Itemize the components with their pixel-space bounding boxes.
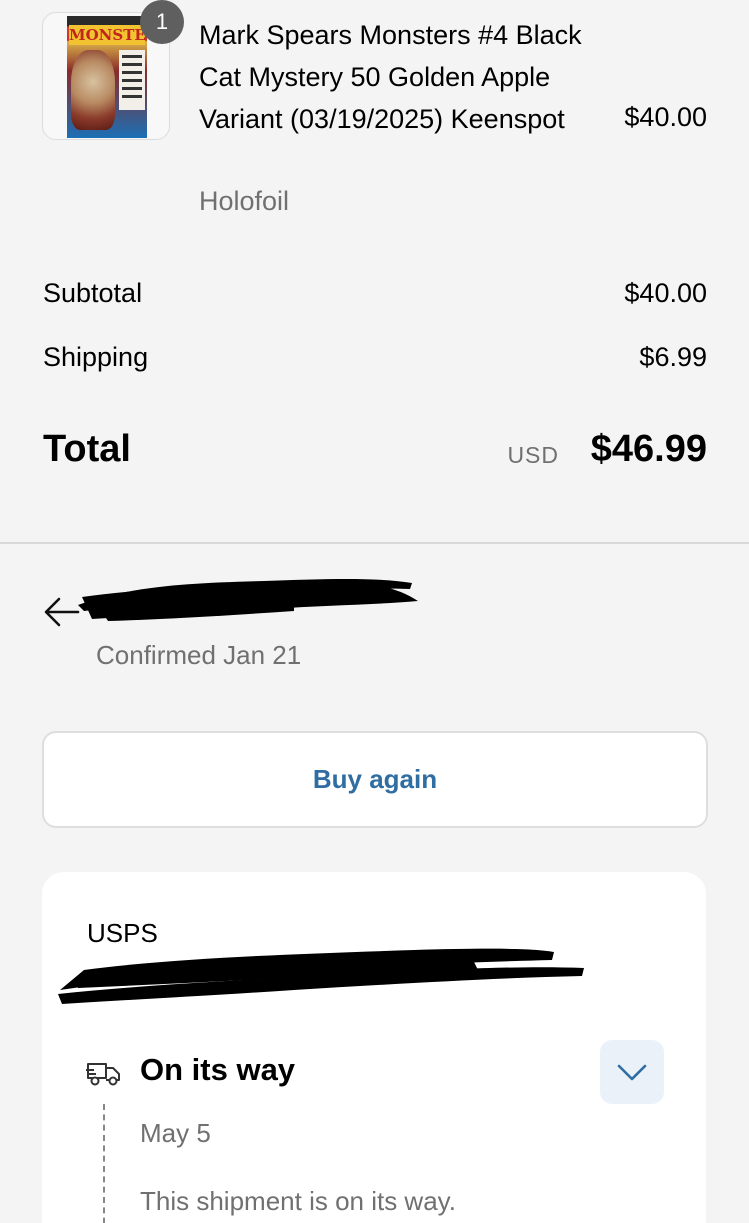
shipping-label: Shipping — [43, 342, 149, 372]
redaction-scribble — [58, 948, 584, 1004]
redaction-scribble — [78, 579, 418, 621]
timeline-line — [103, 1104, 105, 1223]
order-confirmed-date: Confirmed Jan 21 — [96, 640, 302, 670]
product-price: $40.00 — [624, 102, 707, 132]
product-title: Mark Spears Monsters #4 Black Cat Myster… — [199, 20, 582, 134]
product-variant: Holofoil — [199, 186, 290, 216]
section-divider — [0, 542, 749, 544]
total-label: Total — [43, 428, 131, 470]
shipping-row: Shipping $6.99 — [43, 342, 707, 376]
shipment-status-description: This shipment is on its way. — [140, 1186, 456, 1216]
cover-monster-art — [71, 50, 115, 130]
total-value: $46.99 — [590, 428, 707, 470]
comic-cover-image: MONSTERS — [67, 16, 147, 138]
chevron-down-icon — [617, 1064, 647, 1081]
quantity-badge: 1 — [140, 0, 184, 44]
subtotal-label: Subtotal — [43, 278, 143, 308]
cover-title-art: MONSTERS — [69, 25, 147, 45]
expand-status-button[interactable] — [600, 1040, 664, 1104]
shipment-status-title: On its way — [140, 1052, 296, 1087]
total-row: Total USD $46.99 — [43, 428, 707, 478]
truck-icon — [86, 1063, 120, 1086]
cover-text-panel — [119, 50, 145, 110]
order-status-page: MONSTERS 1 Mark Spears Monsters #4 Black… — [0, 0, 749, 1223]
subtotal-row: Subtotal $40.00 — [43, 278, 707, 312]
shipment-status-date: May 5 — [140, 1118, 211, 1148]
total-currency: USD — [507, 442, 559, 468]
subtotal-value: $40.00 — [624, 278, 707, 308]
buy-again-button[interactable]: Buy again — [42, 731, 708, 828]
shipping-value: $6.99 — [639, 342, 707, 372]
